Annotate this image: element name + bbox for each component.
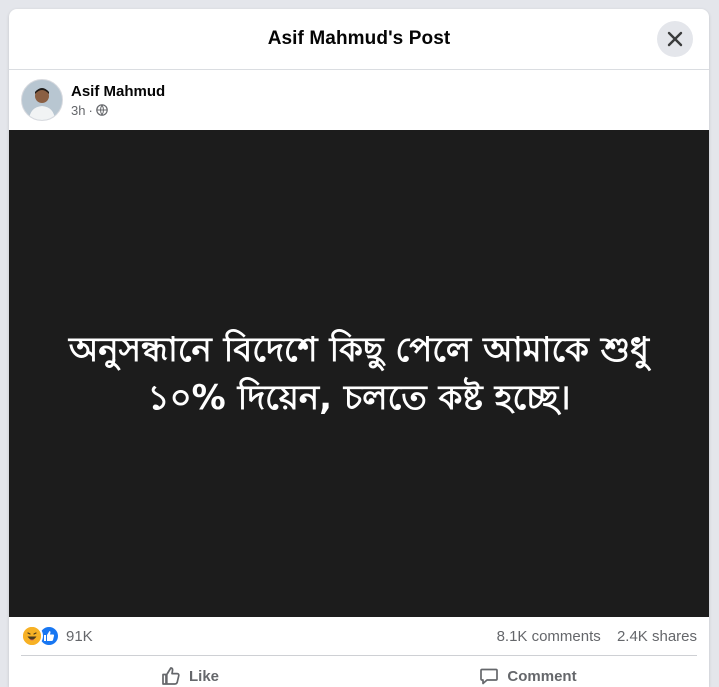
- like-button[interactable]: Like: [21, 656, 359, 687]
- post-actions: Like Comment: [21, 655, 697, 687]
- author-name[interactable]: Asif Mahmud: [71, 83, 165, 100]
- profile-photo-icon: [22, 80, 62, 120]
- engagement-counts: 8.1K comments 2.4K shares: [485, 628, 697, 645]
- comment-label: Comment: [507, 667, 577, 685]
- close-button[interactable]: [657, 21, 693, 57]
- globe-icon: [96, 104, 108, 116]
- post-image-text: অনুসন্ধানে বিদেশে কিছু পেলে আমাকে শুধু ১…: [49, 326, 669, 422]
- modal-title: Asif Mahmud's Post: [267, 28, 451, 49]
- post-image[interactable]: অনুসন্ধানে বিদেশে কিছু পেলে আমাকে শুধু ১…: [9, 130, 709, 617]
- shares-count[interactable]: 2.4K shares: [617, 628, 697, 645]
- author-info: Asif Mahmud 3h ·: [71, 83, 165, 118]
- post-meta: 3h ·: [71, 103, 165, 118]
- post-image-text-line-1: অনুসন্ধানে বিদেশে কিছু পেলে আমাকে শুধু: [68, 329, 650, 370]
- like-icon: [162, 667, 180, 685]
- post-stats: 91K 8.1K comments 2.4K shares: [9, 617, 709, 655]
- haha-icon: [21, 625, 43, 647]
- post-modal: Asif Mahmud's Post Asif Mahmud 3h · অনুস…: [9, 9, 709, 687]
- comment-icon: [480, 668, 499, 685]
- post-image-text-line-2: ১০% দিয়েন, চলতে কষ্ট হচ্ছে।: [147, 377, 571, 418]
- reactions-count: 91K: [66, 627, 93, 645]
- meta-separator: ·: [88, 102, 93, 118]
- close-icon: [667, 31, 683, 47]
- reactions-summary[interactable]: 91K: [21, 625, 93, 647]
- avatar[interactable]: [21, 79, 63, 121]
- post-header: Asif Mahmud 3h ·: [9, 70, 709, 130]
- like-label: Like: [188, 667, 219, 685]
- comments-count[interactable]: 8.1K comments: [497, 628, 601, 645]
- modal-header: Asif Mahmud's Post: [9, 9, 709, 70]
- post-time[interactable]: 3h: [71, 103, 85, 118]
- comment-button[interactable]: Comment: [359, 656, 697, 687]
